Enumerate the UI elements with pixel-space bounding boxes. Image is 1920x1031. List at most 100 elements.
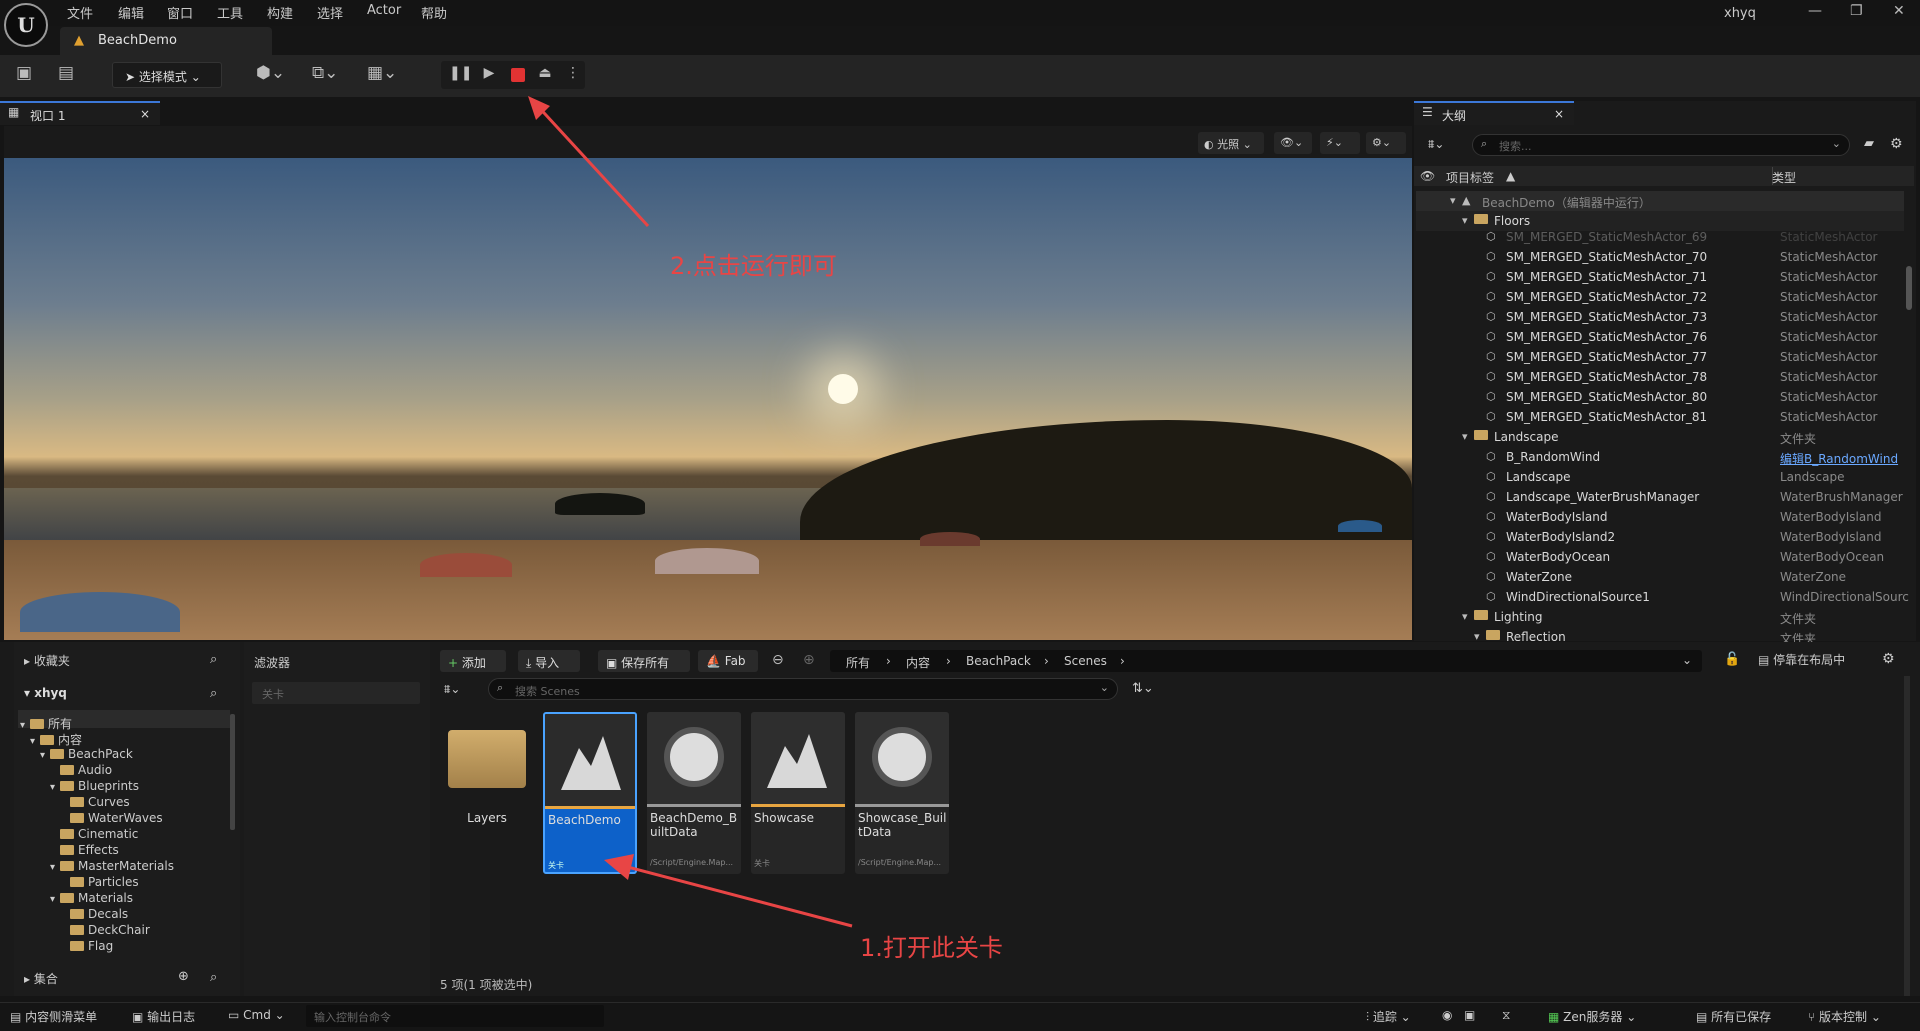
record-icon[interactable]: ◉ <box>1442 1008 1452 1022</box>
search-icon[interactable]: ⌕ <box>210 686 217 701</box>
tree-item[interactable]: ▾ Blueprints <box>50 779 139 795</box>
filter-icon[interactable]: ⩩⌄ <box>1428 137 1444 152</box>
tree-item[interactable]: Effects <box>50 843 119 859</box>
tree-item[interactable]: DeckChair <box>60 923 150 939</box>
stop-icon[interactable] <box>511 68 525 82</box>
eject-icon[interactable]: ⏏ <box>534 65 556 85</box>
outliner-row[interactable]: ⬡ B_RandomWind 编辑B_RandomWind <box>1416 447 1904 467</box>
tree-item[interactable]: Particles <box>60 875 139 891</box>
outliner-row[interactable]: ⬡ SM_MERGED_StaticMeshActor_73 StaticMeshA… <box>1416 307 1904 327</box>
all-saved-button[interactable]: ▤ 所有已保存 <box>1696 1008 1771 1025</box>
more-options-icon[interactable]: ⋮ <box>562 65 584 85</box>
outliner-row[interactable]: ⬡ SM_MERGED_StaticMeshActor_78 StaticMeshA… <box>1416 367 1904 387</box>
save-all-button[interactable]: ▣ 保存所有 <box>598 650 690 672</box>
menu-file[interactable]: 文件 <box>67 3 93 22</box>
chevron-down-icon[interactable]: ▾ <box>1462 610 1468 623</box>
close-icon[interactable]: ✕ <box>1893 3 1905 19</box>
outliner-row[interactable]: ⬡ WaterBodyIsland2 WaterBodyIsland <box>1416 527 1904 547</box>
search-icon[interactable]: ⌕ <box>210 970 217 985</box>
add-collection-icon[interactable]: ⊕ <box>178 969 189 984</box>
gear-icon[interactable]: ⚙ <box>1882 651 1895 667</box>
chevron-down-icon[interactable]: ▾ <box>50 862 60 873</box>
forward-icon[interactable]: ⊕ <box>803 652 815 668</box>
tree-item[interactable]: Flag <box>60 939 113 955</box>
content-drawer-button[interactable]: ▤ 内容侧滑菜单 <box>10 1008 97 1025</box>
filter-icon[interactable]: ⩩⌄ <box>444 682 460 697</box>
menu-build[interactable]: 构建 <box>267 3 293 22</box>
outliner-scrollbar[interactable] <box>1906 266 1912 310</box>
save-icon[interactable]: ▣ <box>16 63 32 83</box>
screenshot-icon[interactable]: ▣ <box>1464 1008 1475 1022</box>
minimize-icon[interactable]: — <box>1808 3 1822 19</box>
step-frame-icon[interactable]: ▶ <box>478 65 500 85</box>
tree-item[interactable]: Audio <box>50 763 112 779</box>
chevron-down-icon[interactable]: ⌄ <box>1682 653 1692 667</box>
menu-window[interactable]: 窗口 <box>167 3 193 22</box>
chevron-down-icon[interactable]: ▾ <box>40 750 50 761</box>
viewport-tab[interactable]: 视口 1 × <box>0 101 160 125</box>
chevron-down-icon[interactable]: ▾ <box>1462 214 1468 227</box>
breadcrumb-item[interactable]: 所有 <box>846 654 870 671</box>
dock-in-layout-button[interactable]: ▤ 停靠在布局中 <box>1758 651 1845 668</box>
col-label-header[interactable]: 项目标签 <box>1446 169 1494 186</box>
chevron-down-icon[interactable]: ▾ <box>30 736 40 747</box>
outliner-row[interactable]: ⬡ SM_MERGED_StaticMeshActor_71 StaticMeshA… <box>1416 267 1904 287</box>
unreal-logo-icon[interactable]: U <box>4 3 48 47</box>
outliner-row[interactable]: ⬡ SM_MERGED_StaticMeshActor_69 StaticMeshA… <box>1416 227 1904 247</box>
lock-icon[interactable]: 🔓 <box>1724 652 1740 667</box>
tree-item[interactable]: Curves <box>60 795 130 811</box>
outliner-row[interactable]: ⬡ Landscape Landscape <box>1416 467 1904 487</box>
asset-search-input[interactable]: ⌕ 搜索 Scenes ⌄ <box>488 678 1118 700</box>
sort-icon[interactable]: ⇅⌄ <box>1132 681 1154 696</box>
outliner-row[interactable]: ⬡ SM_MERGED_StaticMeshActor_77 StaticMeshA… <box>1416 347 1904 367</box>
fab-button[interactable]: ⛵ Fab <box>698 650 758 672</box>
chevron-down-icon[interactable]: ▾ <box>20 720 30 731</box>
tree-item[interactable]: WaterWaves <box>60 811 163 827</box>
document-tab[interactable]: ▲ BeachDemo <box>60 27 272 55</box>
lighting-mode-button[interactable]: ◐ 光照 ⌄ <box>1198 132 1264 154</box>
tree-item[interactable]: ▾ 内容 <box>30 731 82 747</box>
chevron-down-icon[interactable]: ▾ <box>50 894 60 905</box>
chevron-down-icon[interactable]: ▾ <box>1450 194 1456 207</box>
new-folder-icon[interactable]: ▰ <box>1864 136 1874 151</box>
breadcrumb-item[interactable]: 内容 <box>906 654 930 671</box>
project-root-header[interactable]: ▾ xhyq <box>24 686 67 708</box>
blueprint-icon[interactable]: ⧉⌄ <box>312 63 338 83</box>
tree-scrollbar[interactable] <box>230 714 235 830</box>
asset-tile-folder[interactable]: Layers <box>440 712 534 874</box>
tree-item[interactable]: Cinematic <box>50 827 138 843</box>
zen-server-dropdown[interactable]: ▦ Zen服务器 ⌄ <box>1548 1008 1636 1025</box>
favorites-header[interactable]: ▸ 收藏夹 <box>24 652 70 674</box>
import-button[interactable]: ⤓ 导入 <box>518 650 580 672</box>
outliner-row[interactable]: ▾ Lighting 文件夹 <box>1416 607 1904 627</box>
tree-item[interactable]: ▾ 所有 <box>20 715 72 731</box>
chevron-down-icon[interactable]: ▾ <box>1462 430 1468 443</box>
browse-icon[interactable]: ▤ <box>58 63 74 83</box>
add-actor-icon[interactable]: ⬢⌄ <box>256 63 285 83</box>
outliner-row[interactable]: ▾ Landscape 文件夹 <box>1416 427 1904 447</box>
console-command-input[interactable]: 输入控制台命令 <box>306 1005 604 1027</box>
restore-icon[interactable]: ❐ <box>1850 3 1863 19</box>
add-button[interactable]: + 添加 <box>440 650 506 672</box>
output-log-button[interactable]: ▣ 输出日志 <box>132 1008 195 1025</box>
outliner-row[interactable]: ⬡ Landscape_WaterBrushManager WaterBrushMa… <box>1416 487 1904 507</box>
outliner-search-input[interactable]: ⌕ 搜索... ⌄ <box>1472 134 1850 156</box>
outliner-row-type[interactable]: 编辑B_RandomWind <box>1780 450 1898 467</box>
collections-header[interactable]: ▸ 集合 <box>24 970 58 992</box>
outliner-row[interactable]: ⬡ WaterBodyIsland WaterBodyIsland <box>1416 507 1904 527</box>
close-tab-icon[interactable]: × <box>140 107 150 121</box>
tree-item[interactable]: ▾ BeachPack <box>40 747 133 763</box>
menu-tools[interactable]: 工具 <box>217 3 243 22</box>
outliner-row[interactable]: ⬡ SM_MERGED_StaticMeshActor_81 StaticMeshA… <box>1416 407 1904 427</box>
menu-edit[interactable]: 编辑 <box>118 3 144 22</box>
outliner-row[interactable]: ⬡ SM_MERGED_StaticMeshActor_72 StaticMeshA… <box>1416 287 1904 307</box>
outliner-row[interactable]: ⬡ SM_MERGED_StaticMeshActor_70 StaticMeshA… <box>1416 247 1904 267</box>
hourglass-icon[interactable]: ⧖ <box>1502 1008 1510 1023</box>
menu-actor[interactable]: Actor <box>367 3 401 18</box>
tree-item[interactable]: ▾ Materials <box>50 891 133 907</box>
breadcrumb-item[interactable]: Scenes <box>1064 654 1107 668</box>
filter-input[interactable]: 关卡 <box>252 682 420 704</box>
outliner-row[interactable]: ⬡ SM_MERGED_StaticMeshActor_76 StaticMeshA… <box>1416 327 1904 347</box>
menu-help[interactable]: 帮助 <box>421 3 447 22</box>
close-tab-icon[interactable]: × <box>1554 107 1564 121</box>
